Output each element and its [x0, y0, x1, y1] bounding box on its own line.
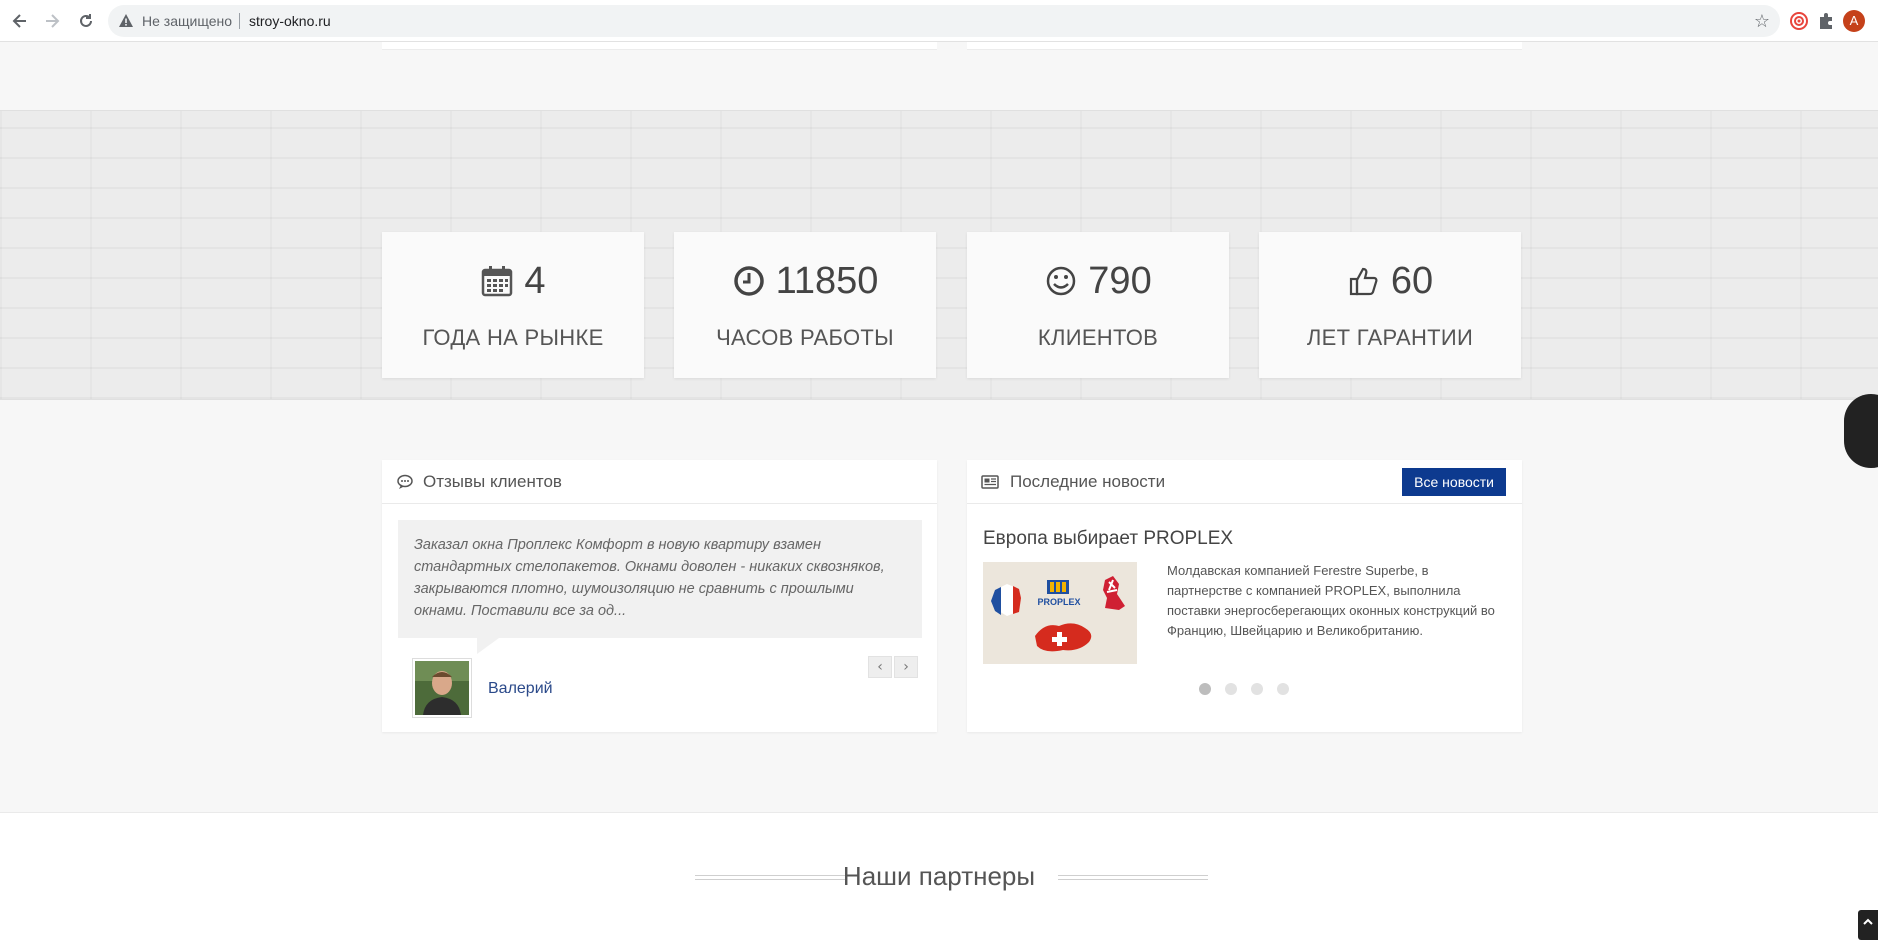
partners-divider-right: [1058, 875, 1208, 880]
partners-title: Наши партнеры: [842, 861, 1036, 891]
arrow-left-icon: [12, 14, 26, 28]
stat-label: ЧАСОВ РАБОТЫ: [716, 325, 894, 350]
smile-icon: [1047, 266, 1076, 296]
stat-value: 4: [524, 259, 546, 302]
stat-value: 11850: [775, 259, 879, 302]
reload-button[interactable]: [74, 9, 98, 33]
page-content: 4 ГОДА НА РЫНКЕ 11850 ЧАСОВ РАБОТЫ 790 К…: [0, 42, 1878, 944]
news-panel: Последние новости Все новости Европа выб…: [967, 460, 1522, 732]
url-text[interactable]: stroy-okno.ru: [249, 13, 331, 29]
clock-icon: [733, 266, 764, 296]
review-prev-button[interactable]: ‹: [868, 656, 892, 678]
stat-card-clients: 790 КЛИЕНТОВ: [967, 232, 1229, 378]
newspaper-icon: [981, 475, 999, 489]
forward-button[interactable]: [40, 9, 64, 33]
address-bar[interactable]: Не защищено stroy-okno.ru ☆: [108, 5, 1780, 37]
review-bubble-tail: [477, 638, 499, 654]
stat-label: ГОДА НА РЫНКЕ: [422, 325, 604, 350]
slider-dot-1[interactable]: [1199, 683, 1211, 695]
security-status[interactable]: Не защищено: [142, 13, 232, 29]
stat-label: КЛИЕНТОВ: [1037, 325, 1159, 350]
review-next-button[interactable]: ›: [894, 656, 918, 678]
top-card-right: [967, 42, 1522, 50]
proplex-logo-text: PROPLEX: [1037, 597, 1080, 607]
news-header: Последние новости Все новости: [967, 460, 1522, 504]
target-extension-icon[interactable]: [1788, 10, 1810, 32]
chevron-up-icon: [1863, 918, 1873, 925]
comment-icon: [397, 474, 413, 489]
scroll-to-top-button[interactable]: [1858, 910, 1878, 940]
slider-dot-4[interactable]: [1277, 683, 1289, 695]
author-name-link[interactable]: Валерий: [488, 680, 553, 698]
reviews-header: Отзывы клиентов: [382, 460, 937, 504]
partners-section: Наши партнеры: [0, 812, 1878, 944]
calendar-icon: [482, 266, 513, 297]
browser-toolbar: Не защищено stroy-okno.ru ☆ A: [0, 0, 1878, 42]
news-item-title[interactable]: Европа выбирает PROPLEX: [983, 528, 1233, 550]
arrow-right-icon: [46, 14, 60, 28]
stat-card-hours: 11850 ЧАСОВ РАБОТЫ: [674, 232, 936, 378]
news-item-image[interactable]: PROPLEX: [983, 562, 1137, 664]
stat-value: 790: [1088, 259, 1152, 302]
reload-icon: [80, 14, 92, 27]
callback-widget[interactable]: [1844, 394, 1878, 468]
omnibox-divider: [239, 13, 240, 29]
review-text: Заказал окна Проплекс Комфорт в новую кв…: [398, 520, 922, 638]
back-button[interactable]: [8, 9, 32, 33]
stat-card-years: 4 ГОДА НА РЫНКЕ: [382, 232, 644, 378]
author-photo-image: [415, 661, 469, 715]
stat-value: 60: [1390, 259, 1434, 302]
bookmark-star-icon[interactable]: ☆: [1754, 11, 1770, 32]
stats-section: 4 ГОДА НА РЫНКЕ 11850 ЧАСОВ РАБОТЫ 790 К…: [0, 110, 1878, 400]
news-title: Последние новости: [1010, 472, 1166, 491]
profile-avatar[interactable]: A: [1843, 10, 1865, 32]
top-card-left: [382, 42, 937, 50]
warning-icon: [119, 14, 133, 27]
author-avatar: [412, 658, 472, 718]
thumbs-up-icon: [1349, 267, 1378, 296]
all-news-button[interactable]: Все новости: [1402, 468, 1506, 496]
news-item-text: Молдавская компанией Ferestre Superbe, в…: [1167, 563, 1495, 638]
slider-dot-2[interactable]: [1225, 683, 1237, 695]
extensions-puzzle-icon[interactable]: [1815, 10, 1837, 32]
reviews-panel: Отзывы клиентов Заказал окна Проплекс Ко…: [382, 460, 937, 732]
stat-card-warranty: 60 ЛЕТ ГАРАНТИИ: [1259, 232, 1521, 378]
reviews-title: Отзывы клиентов: [423, 472, 562, 491]
slider-dot-3[interactable]: [1251, 683, 1263, 695]
stat-label: ЛЕТ ГАРАНТИИ: [1306, 325, 1474, 350]
